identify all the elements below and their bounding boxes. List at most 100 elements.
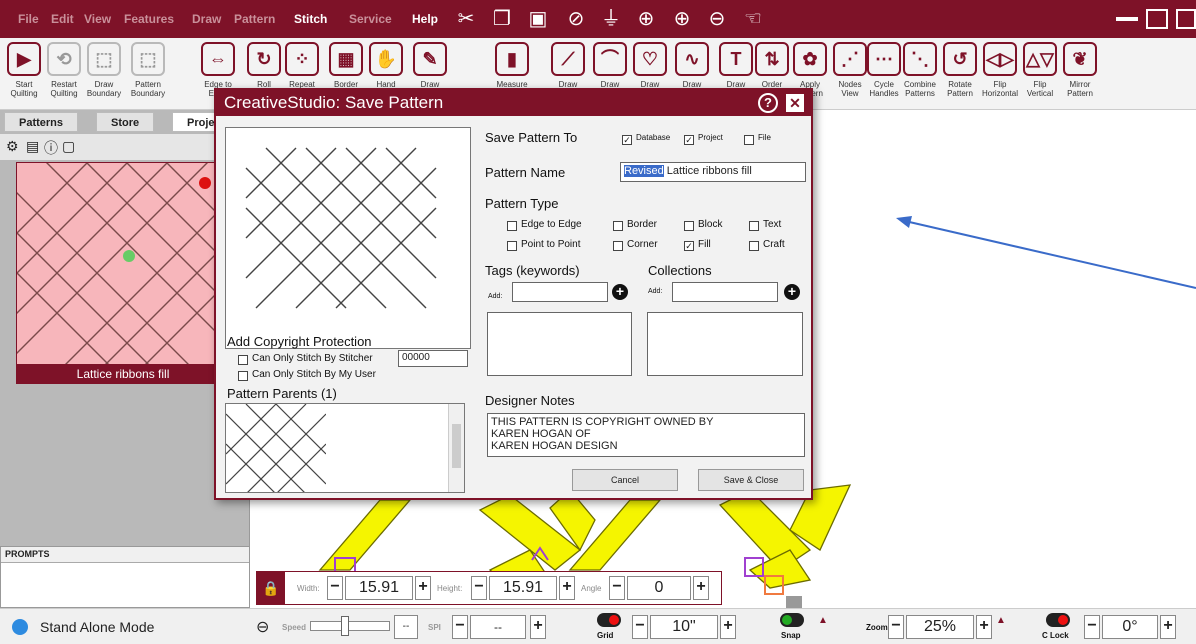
back-icon[interactable]: ⊖ (256, 617, 269, 637)
help-icon[interactable]: ? (758, 93, 778, 113)
width-plus-button[interactable]: + (415, 576, 431, 600)
no-entry-icon[interactable]: ⊘ (563, 5, 589, 33)
tool-boundary-button[interactable]: ⬚ Draw Boundary (84, 42, 124, 106)
angle-plus-button[interactable]: + (693, 576, 709, 600)
grid-toggle[interactable] (597, 613, 621, 627)
snap-up-icon[interactable]: ▲ (818, 615, 828, 626)
type-edge-checkbox[interactable] (507, 221, 517, 231)
lock-icon[interactable]: 🔒 (257, 572, 285, 604)
spi-minus-button[interactable]: − (452, 615, 468, 639)
menu-file[interactable]: File (18, 12, 39, 26)
tool-play-button[interactable]: ▶ Start Quilting (4, 42, 44, 106)
menu-help[interactable]: Help (412, 12, 438, 26)
tool-cycle-button[interactable]: ⋯ Cycle Handles (864, 42, 904, 106)
type-block-checkbox[interactable] (684, 221, 694, 231)
angle-field[interactable]: 0 (627, 576, 691, 600)
collections-list[interactable] (647, 312, 803, 376)
close-dialog-icon[interactable]: ✕ (786, 94, 804, 112)
parents-list[interactable] (225, 403, 465, 495)
pan-hand-icon[interactable]: ☜ (740, 5, 766, 33)
stitcher-checkbox[interactable] (238, 355, 248, 365)
type-border-checkbox[interactable] (613, 221, 623, 231)
info-icon[interactable]: ⓘ (44, 138, 58, 158)
zoom-in-icon[interactable]: ⊕ (669, 5, 695, 33)
close-window-icon[interactable] (1176, 9, 1196, 29)
height-plus-button[interactable]: + (559, 576, 575, 600)
tool-flip-h-button[interactable]: ◁▷ Flip Horizontal (980, 42, 1020, 106)
menu-features[interactable]: Features (124, 12, 174, 26)
stitcher-id-input[interactable]: 00000 (398, 350, 468, 367)
tab-store[interactable]: Store (96, 112, 155, 132)
width-field[interactable]: 15.91 (345, 576, 413, 600)
paste-icon[interactable]: ▣ (525, 5, 551, 33)
database-checkbox[interactable]: ✓ (622, 135, 632, 145)
grid-plus-button[interactable]: + (720, 615, 736, 639)
spi-plus-button[interactable]: + (530, 615, 546, 639)
type-point-checkbox[interactable] (507, 241, 517, 251)
type-corner-checkbox[interactable] (613, 241, 623, 251)
parents-scrollbar[interactable] (448, 404, 464, 492)
add-collection-icon[interactable]: + (784, 284, 800, 300)
speed-value[interactable]: -- (394, 615, 418, 639)
designer-notes-field[interactable]: THIS PATTERN IS COPYRIGHT OWNED BY KAREN… (487, 413, 805, 457)
pattern-thumbnail[interactable] (16, 162, 230, 384)
parent-thumbnail[interactable] (225, 403, 327, 495)
save-icon[interactable]: ▤ (26, 138, 39, 155)
settings-icon[interactable]: ⚙ (6, 138, 19, 155)
collections-input[interactable] (672, 282, 778, 302)
height-field[interactable]: 15.91 (489, 576, 557, 600)
snap-toggle[interactable] (780, 613, 804, 627)
file-checkbox[interactable] (744, 135, 754, 145)
spi-value[interactable]: -- (470, 615, 526, 639)
menu-service[interactable]: Service (349, 12, 392, 26)
zoom-all-icon[interactable]: ⊖ (704, 5, 730, 33)
clock-minus-button[interactable]: − (1084, 615, 1100, 639)
pattern-name-input[interactable]: Revised Lattice ribbons fill (620, 162, 806, 182)
maximize-icon[interactable] (1146, 9, 1168, 29)
clock-plus-button[interactable]: + (1160, 615, 1176, 639)
menu-stitch[interactable]: Stitch (294, 12, 327, 26)
my-user-checkbox[interactable] (238, 371, 248, 381)
menu-view[interactable]: View (84, 12, 111, 26)
grid-minus-button[interactable]: − (632, 615, 648, 639)
grid-value[interactable]: 10" (650, 615, 718, 639)
zoom-up-icon[interactable]: ▲ (996, 615, 1006, 626)
tool-flip-v-button[interactable]: △▽ Flip Vertical (1020, 42, 1060, 106)
speed-slider-thumb[interactable] (341, 616, 349, 636)
parents-scroll-thumb[interactable] (452, 424, 461, 468)
type-craft-checkbox[interactable] (749, 241, 759, 251)
speed-slider[interactable] (310, 616, 390, 636)
menu-edit[interactable]: Edit (51, 12, 74, 26)
type-fill-checkbox[interactable]: ✓ (684, 241, 694, 251)
tool-combine-button[interactable]: ⋱ Combine Patterns (900, 42, 940, 106)
tab-patterns[interactable]: Patterns (4, 112, 79, 132)
zoom-plus-button[interactable]: + (976, 615, 992, 639)
width-minus-button[interactable]: − (327, 576, 343, 600)
angle-minus-button[interactable]: − (609, 576, 625, 600)
plug-icon[interactable]: ⏚ (598, 5, 624, 33)
project-checkbox[interactable]: ✓ (684, 135, 694, 145)
tool-rotate-button[interactable]: ↺ Rotate Pattern (940, 42, 980, 106)
target-icon[interactable]: ⊕ (633, 5, 659, 33)
roll-icon: ↻ (247, 42, 281, 76)
tool-pattern-boundary-button[interactable]: ⬚ Pattern Boundary (128, 42, 168, 106)
save-close-button[interactable]: Save & Close (698, 469, 804, 491)
cut-icon[interactable]: ✂ (453, 5, 479, 33)
type-text-checkbox[interactable] (749, 221, 759, 231)
add-tag-icon[interactable]: + (612, 284, 628, 300)
tool-restart-button[interactable]: ⟲ Restart Quilting (44, 42, 84, 106)
clock-value[interactable]: 0° (1102, 615, 1158, 639)
tool-mirror-button[interactable]: ❦ Mirror Pattern (1060, 42, 1100, 106)
page-icon[interactable]: ▢ (62, 138, 75, 155)
height-minus-button[interactable]: − (471, 576, 487, 600)
minimize-icon[interactable] (1116, 17, 1138, 21)
copy-icon[interactable]: ❐ (489, 5, 515, 33)
cancel-button[interactable]: Cancel (572, 469, 678, 491)
zoom-minus-button[interactable]: − (888, 615, 904, 639)
tags-input[interactable] (512, 282, 608, 302)
tags-list[interactable] (487, 312, 632, 376)
menu-pattern[interactable]: Pattern (234, 12, 275, 26)
menu-draw[interactable]: Draw (192, 12, 221, 26)
clock-toggle[interactable] (1046, 613, 1070, 627)
zoom-value[interactable]: 25% (906, 615, 974, 639)
